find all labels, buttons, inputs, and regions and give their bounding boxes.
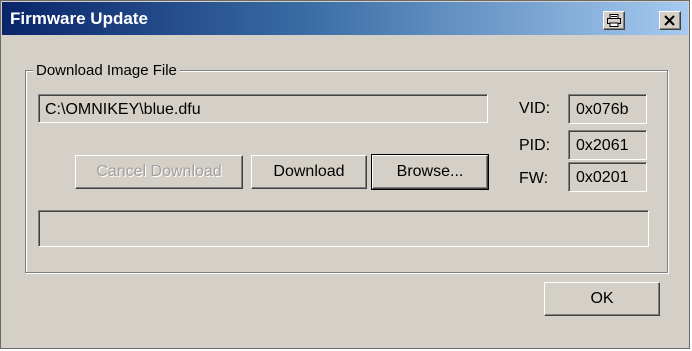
vid-field: 0x076b [568,94,647,124]
download-label: Download [273,163,345,180]
browse-button[interactable]: Browse... [371,154,489,190]
vid-label: VID: [519,100,551,117]
print-icon [607,14,621,27]
download-progress-bar [38,210,649,247]
title-bar[interactable]: Firmware Update [2,2,688,35]
pid-field: 0x2061 [568,130,647,160]
fw-label: FW: [519,170,549,187]
ok-button[interactable]: OK [544,282,660,316]
close-icon [664,15,675,26]
fw-field: 0x0201 [568,162,647,192]
close-button[interactable] [659,11,681,30]
groupbox-label: Download Image File [33,62,180,79]
cancel-download-button[interactable]: Cancel Download [75,155,243,189]
firmware-update-dialog: Firmware Update Download Image File C:\O… [0,0,690,349]
file-path-field[interactable]: C:\OMNIKEY\blue.dfu [38,94,488,123]
print-button[interactable] [603,11,625,30]
window-title: Firmware Update [10,9,148,28]
cancel-download-label: Cancel Download [96,163,222,180]
pid-label: PID: [519,137,551,154]
download-button[interactable]: Download [251,155,367,189]
ok-label: OK [590,290,614,307]
browse-label: Browse... [396,163,464,180]
